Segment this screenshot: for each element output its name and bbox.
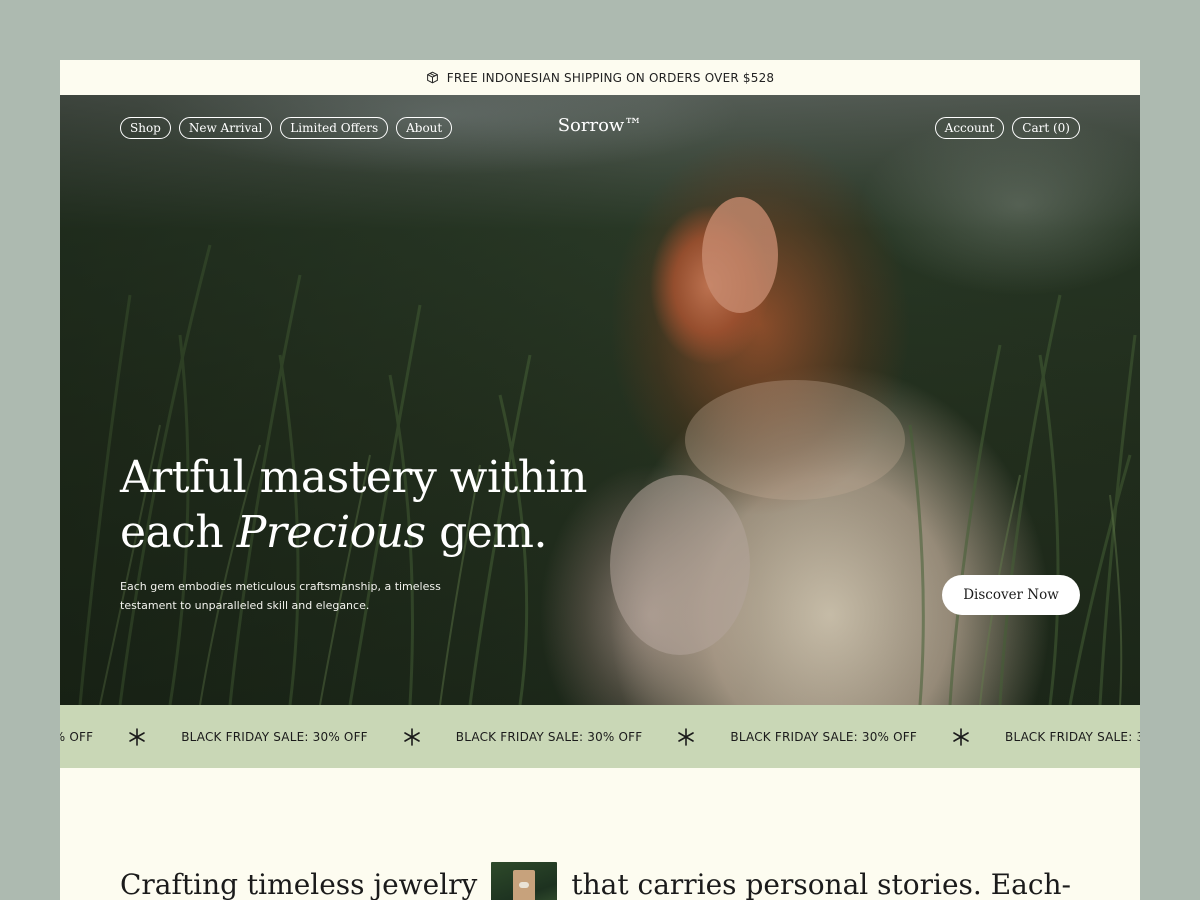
hero-subtext: Each gem embodies meticulous craftsmansh… xyxy=(120,580,441,612)
cart-link[interactable]: Cart (0) xyxy=(1012,117,1080,139)
marquee-item: BLACK FRIDAY SALE: 30% OFF xyxy=(455,729,643,744)
jewelry-box-thumbnail xyxy=(491,862,558,900)
nav-about[interactable]: About xyxy=(396,117,453,139)
marquee-item: BLACK FRIDAY SALE: 30% OFF xyxy=(1005,729,1140,744)
nav-new-arrival[interactable]: New Arrival xyxy=(178,117,273,139)
intro-text-pre: Crafting timeless jewelry xyxy=(120,867,478,900)
intro-statement: Crafting timeless jewelry that carries p… xyxy=(120,858,1071,900)
headline-emphasis: Precious xyxy=(236,507,426,558)
asterisk-icon xyxy=(676,727,696,747)
asterisk-icon xyxy=(402,727,422,747)
main-nav: Shop New Arrival Limited Offers About So… xyxy=(120,115,1080,139)
marquee-item: BLACK FRIDAY SALE: 30% OFF xyxy=(181,729,368,744)
headline-line-2-post: gem. xyxy=(439,507,547,558)
asterisk-icon xyxy=(951,727,971,747)
nav-shop[interactable]: Shop xyxy=(120,117,171,139)
account-link[interactable]: Account xyxy=(934,117,1005,139)
asterisk-icon xyxy=(127,727,147,747)
intro-text-post: that carries personal stories. Each- xyxy=(571,867,1071,900)
page-frame: FREE INDONESIAN SHIPPING ON ORDERS OVER … xyxy=(60,60,1140,900)
marquee-item: E: 30% OFF xyxy=(60,729,94,744)
announcement-bar: FREE INDONESIAN SHIPPING ON ORDERS OVER … xyxy=(60,60,1140,95)
package-icon xyxy=(426,71,438,84)
headline-line-1: Artful mastery within xyxy=(120,452,587,503)
sale-marquee: E: 30% OFF BLACK FRIDAY SALE: 30% OFF BLAC… xyxy=(60,705,1140,768)
nav-limited-offers[interactable]: Limited Offers xyxy=(280,117,389,139)
announcement-text: FREE INDONESIAN SHIPPING ON ORDERS OVER … xyxy=(446,70,775,85)
brand-logo[interactable]: Sorrow™ xyxy=(558,115,643,136)
marquee-item: BLACK FRIDAY SALE: 30% OFF xyxy=(730,729,918,744)
hero-headline: Artful mastery within each Precious gem. xyxy=(120,450,587,560)
discover-now-button[interactable]: Discover Now xyxy=(942,575,1080,615)
hero-banner: Shop New Arrival Limited Offers About So… xyxy=(60,95,1140,705)
headline-line-2-pre: each xyxy=(120,507,224,558)
